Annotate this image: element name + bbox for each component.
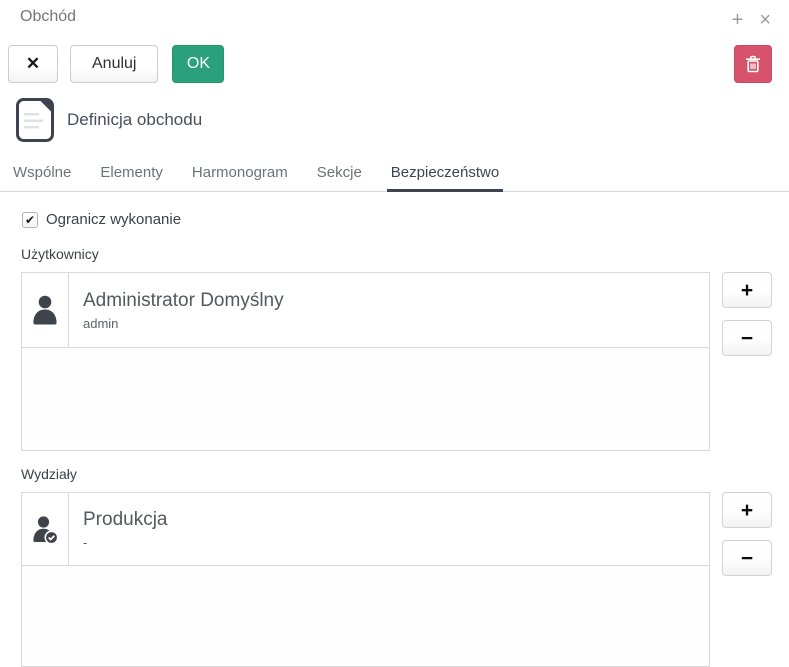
restrict-execution-row: ✔ Ogranicz wykonanie xyxy=(22,211,789,228)
departments-remove-button[interactable]: − xyxy=(722,540,772,576)
window-title: Obchód xyxy=(20,8,76,26)
document-icon xyxy=(16,98,54,142)
department-item-text: Produkcja - xyxy=(69,493,168,565)
user-item-title: Administrator Domyślny xyxy=(83,290,284,312)
restrict-execution-label: Ogranicz wykonanie xyxy=(46,211,181,228)
minus-icon: − xyxy=(741,548,753,569)
users-section-label: Użytkownicy xyxy=(21,246,789,262)
department-icon-cell xyxy=(22,493,69,565)
tab-harmonogram[interactable]: Harmonogram xyxy=(188,154,292,192)
department-item-subtitle: - xyxy=(83,535,168,550)
entity-header: Definicja obchodu xyxy=(16,98,789,142)
entity-title: Definicja obchodu xyxy=(67,110,202,130)
plus-icon: + xyxy=(741,280,753,301)
ok-button[interactable]: OK xyxy=(172,45,224,83)
tab-bezpieczenstwo[interactable]: Bezpieczeństwo xyxy=(387,154,503,192)
user-icon xyxy=(32,295,58,325)
users-remove-button[interactable]: − xyxy=(722,320,772,356)
tab-sekcje[interactable]: Sekcje xyxy=(313,154,366,192)
minus-icon: − xyxy=(741,328,753,349)
departments-list[interactable]: Produkcja - xyxy=(21,492,710,667)
users-buttons: + − xyxy=(722,272,772,356)
user-icon-cell xyxy=(22,273,69,347)
users-add-button[interactable]: + xyxy=(722,272,772,308)
user-check-icon xyxy=(32,514,59,544)
departments-buttons: + − xyxy=(722,492,772,576)
window-add-icon[interactable]: + xyxy=(732,10,744,30)
tab-wspolne[interactable]: Wspólne xyxy=(9,154,75,192)
restrict-execution-checkbox[interactable]: ✔ xyxy=(22,212,38,228)
user-item-text: Administrator Domyślny admin xyxy=(69,273,284,347)
user-list-item[interactable]: Administrator Domyślny admin xyxy=(22,273,709,348)
department-list-item[interactable]: Produkcja - xyxy=(22,493,709,566)
departments-section-label: Wydziały xyxy=(21,466,789,482)
checkmark-icon: ✔ xyxy=(25,214,35,226)
user-item-subtitle: admin xyxy=(83,316,284,331)
users-section: Administrator Domyślny admin + − xyxy=(21,272,772,451)
users-list[interactable]: Administrator Domyślny admin xyxy=(21,272,710,451)
ok-button-label: OK xyxy=(187,55,210,73)
delete-button[interactable] xyxy=(734,45,772,83)
window-close-icon[interactable]: × xyxy=(759,10,771,30)
plus-icon: + xyxy=(741,500,753,521)
toolbar: ✕ Anuluj OK xyxy=(8,45,772,83)
cancel-button-label: Anuluj xyxy=(92,55,136,73)
departments-section: Produkcja - + − xyxy=(21,492,772,667)
department-item-title: Produkcja xyxy=(83,509,168,531)
cancel-button[interactable]: Anuluj xyxy=(70,45,158,83)
tab-bar: Wspólne Elementy Harmonogram Sekcje Bezp… xyxy=(0,154,789,192)
departments-add-button[interactable]: + xyxy=(722,492,772,528)
trash-icon xyxy=(745,55,761,73)
tab-elementy[interactable]: Elementy xyxy=(96,154,167,192)
titlebar: Obchód + × xyxy=(0,0,789,30)
window-controls: + × xyxy=(732,10,771,30)
close-x-icon: ✕ xyxy=(26,54,40,74)
close-button[interactable]: ✕ xyxy=(8,45,58,83)
